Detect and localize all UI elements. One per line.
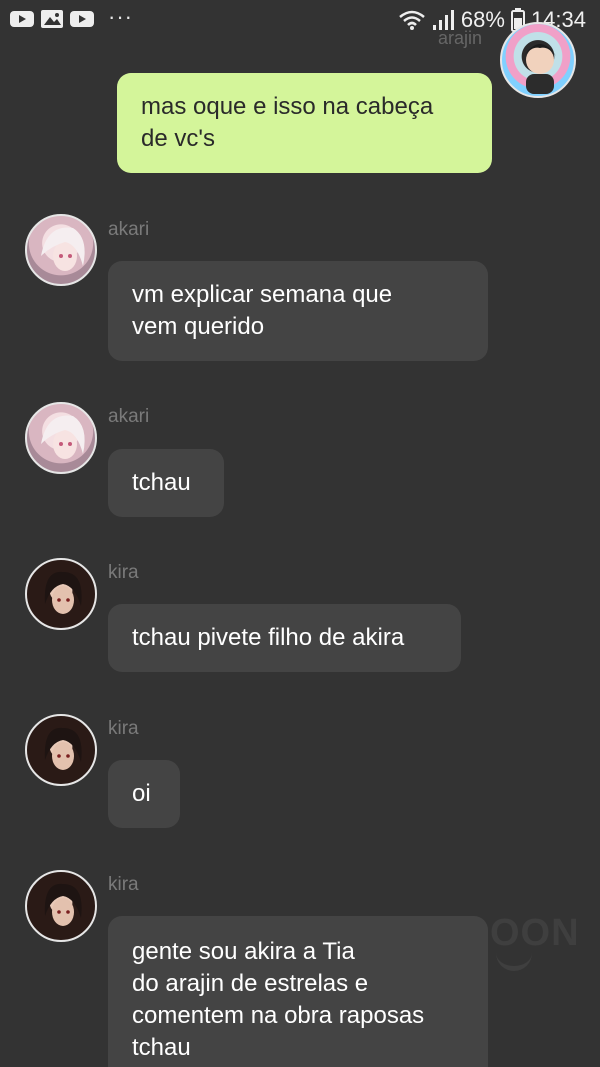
sender-name: akari (108, 406, 150, 427)
notification-overflow: ··· (108, 4, 133, 29)
sender-name: arajin (438, 28, 483, 48)
user-avatar[interactable] (25, 558, 97, 630)
message-text: tchau pivete filho de akira (132, 624, 405, 651)
watermark-logo: OON (490, 912, 580, 954)
watermark-smile-icon (496, 952, 532, 971)
avatar-image-icon (44, 883, 82, 926)
sender-name: kira (108, 874, 139, 895)
user-avatar[interactable] (25, 714, 97, 786)
youtube-icon (70, 11, 94, 27)
user-avatar[interactable] (500, 22, 576, 98)
message-text: gente sou akira a Tia do arajin de estre… (132, 938, 425, 1061)
youtube-icon (10, 11, 34, 27)
user-avatar[interactable] (25, 214, 97, 286)
message-bubble[interactable]: tchau pivete filho de akira (108, 604, 461, 672)
avatar-image-icon (44, 727, 82, 770)
message-bubble[interactable]: oi (108, 760, 180, 828)
avatar-image-icon (524, 44, 556, 94)
avatar-image-icon (41, 227, 85, 271)
message-bubble[interactable]: mas oque e isso na cabeça de vc's (117, 73, 492, 173)
message-text: mas oque e isso na cabeça de vc's (141, 93, 434, 152)
message-text: tchau (132, 469, 191, 496)
message-text: oi (132, 780, 151, 807)
message-bubble[interactable]: gente sou akira a Tia do arajin de estre… (108, 916, 488, 1067)
message-bubble[interactable]: vm explicar semana que vem querido (108, 261, 488, 361)
sender-name: akari (108, 219, 150, 240)
user-avatar[interactable] (25, 402, 97, 474)
sender-name: kira (108, 562, 139, 583)
gallery-icon (41, 10, 63, 28)
avatar-image-icon (41, 415, 85, 459)
wifi-icon (399, 10, 425, 30)
user-avatar[interactable] (25, 870, 97, 942)
message-bubble[interactable]: tchau (108, 449, 224, 517)
avatar-image-icon (44, 571, 82, 614)
sender-name: kira (108, 718, 139, 739)
message-text: vm explicar semana que vem querido (132, 281, 393, 340)
